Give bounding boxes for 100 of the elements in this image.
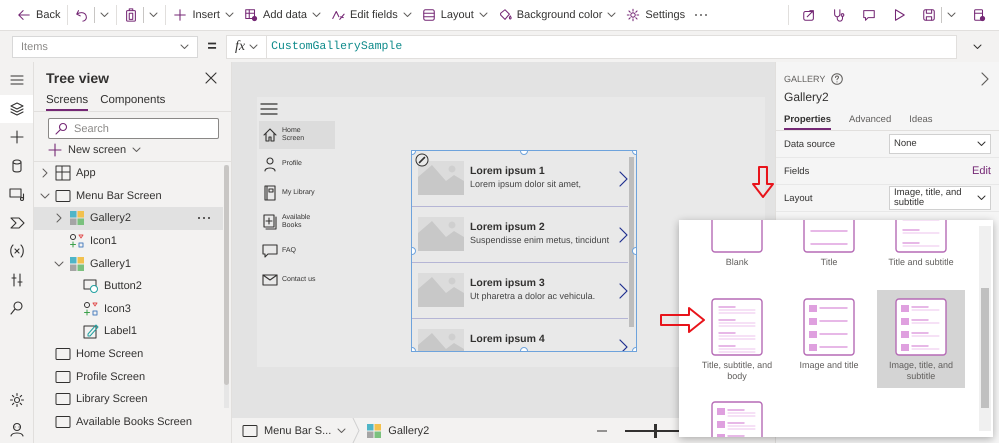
property-label: Data source [784, 138, 836, 150]
shapes-icon [69, 233, 85, 250]
layout-option[interactable]: Blank [693, 220, 781, 285]
chevron-icon [352, 418, 360, 443]
undo-icon [75, 8, 90, 22]
tab[interactable]: Screens [46, 92, 88, 111]
share-icon [802, 8, 816, 22]
breadcrumb[interactable]: Gallery2 [366, 422, 430, 438]
caret-icon [977, 141, 986, 147]
tab[interactable]: Components [100, 92, 166, 111]
gallery-icon [69, 256, 85, 272]
layout-option[interactable]: Title and subtitle [877, 220, 965, 285]
search-icon [8, 299, 26, 318]
paint-bucket-icon [498, 8, 512, 22]
layout-preview-icon [895, 298, 947, 356]
tree-item[interactable]: Available Books Screen [34, 410, 223, 434]
caret-icon [312, 12, 322, 18]
dropdown-field[interactable]: None [889, 134, 991, 154]
pencil-icon [415, 153, 429, 167]
paint-bucket-button[interactable]: Background color [494, 5, 620, 25]
shapes-icon [83, 300, 99, 317]
caret-icon [149, 12, 158, 18]
tree-item[interactable]: Home Screen [34, 342, 223, 366]
variables-icon [8, 242, 26, 260]
search-field[interactable]: Search [48, 118, 219, 139]
pen-button[interactable]: Edit fields [328, 5, 415, 25]
stethoscope-icon [832, 8, 846, 22]
screen-icon [55, 391, 71, 408]
chevron-icon [619, 339, 628, 351]
caret-icon [337, 428, 346, 434]
item-title: Lorem ipsum 3 [470, 277, 546, 289]
dropdown-field[interactable]: Image, title, and subtitle [889, 186, 991, 210]
layout-button[interactable]: Layout [418, 5, 491, 25]
back-arrow-button[interactable]: Back [14, 5, 64, 25]
close-button[interactable] [203, 70, 219, 86]
scrollbar[interactable] [629, 157, 634, 327]
down-arrow-icon [752, 166, 774, 198]
collapse-button[interactable] [981, 72, 989, 86]
caret-icon [607, 12, 616, 18]
property-label: Fields [784, 166, 810, 176]
gallery-icon [69, 210, 85, 226]
item-subtitle: Ut pharetra a dolor ac vehicula. [470, 291, 596, 302]
scrollbar[interactable] [224, 165, 229, 408]
tree-item[interactable]: Gallery2 [34, 207, 223, 230]
layout-option[interactable]: Image, title, and subtitle [877, 290, 965, 388]
tree-item[interactable]: Library Screen [34, 388, 223, 411]
more-icon [197, 216, 211, 220]
back-arrow-icon [17, 8, 31, 22]
tree-item[interactable]: Icon1 [34, 230, 223, 252]
app-icon [55, 165, 71, 182]
property-dropdown[interactable]: Items [12, 36, 198, 58]
gallery-control[interactable]: Lorem ipsum 1 Lorem ipsum dolor sit amet, Lorem ipsum 2 Suspendisse enim metus, tincidunt Lorem ipsum 3 Ut pharetra a dolor ac vehicula. Lorem ipsum 4 [411, 150, 637, 352]
settings-button[interactable]: Settings [623, 5, 688, 25]
plus-icon [173, 8, 188, 22]
scrollbar[interactable] [979, 226, 991, 431]
item-title: Lorem ipsum 4 [470, 333, 546, 345]
add-book-icon [262, 214, 278, 230]
property-label: Layout [784, 192, 813, 204]
caret-icon [402, 12, 412, 18]
chat-icon [262, 243, 278, 259]
play-icon [892, 8, 906, 22]
layout-preview-icon [711, 298, 763, 356]
tree-item[interactable]: Gallery1 [34, 252, 223, 275]
tree-item[interactable]: Profile Screen [34, 365, 223, 388]
settings-icon [626, 8, 640, 22]
new-screen-button[interactable]: New screen [34, 139, 231, 162]
edit-link[interactable]: Edit [972, 165, 991, 177]
caret-icon [100, 12, 110, 18]
tab[interactable]: Properties [784, 114, 831, 130]
equals-sign: = [206, 38, 218, 56]
breadcrumb[interactable]: Menu Bar S... [242, 422, 346, 438]
item-subtitle: Suspendisse enim metus, tincidunt [470, 235, 610, 246]
layout-option[interactable]: Image and title [785, 290, 873, 388]
tab[interactable]: Ideas [909, 114, 933, 130]
tree-item[interactable]: Label1 [34, 320, 223, 343]
tab[interactable]: Advanced [849, 114, 892, 130]
home-icon [262, 127, 278, 143]
layers-button[interactable] [0, 94, 33, 123]
tree-item[interactable]: App [34, 162, 223, 185]
screen-icon [55, 368, 71, 385]
minus-icon [597, 430, 607, 432]
image-placeholder-icon [418, 273, 464, 307]
panel-title: Tree view [46, 70, 110, 86]
pen-icon [331, 8, 346, 22]
formula-field[interactable]: CustomGallerySample [266, 34, 957, 58]
layout-option[interactable]: Title, subtitle, and body [693, 290, 781, 388]
plus-button[interactable]: Insert [170, 5, 237, 25]
control-name: Gallery2 [783, 89, 830, 104]
tree-item[interactable]: Icon3 [34, 298, 223, 320]
image-placeholder-icon [418, 161, 464, 195]
screen-icon [55, 414, 71, 430]
tree-item[interactable]: Button2 [34, 274, 223, 298]
function-button[interactable]: fx [226, 34, 266, 58]
caret-icon [947, 12, 956, 18]
table-icon [244, 8, 258, 22]
table-button[interactable]: Add data [240, 5, 324, 25]
layout-option[interactable]: Title [785, 220, 873, 285]
button-icon [83, 278, 99, 294]
tree-item[interactable]: Menu Bar Screen [34, 184, 223, 208]
item-title: Lorem ipsum 2 [470, 221, 546, 233]
